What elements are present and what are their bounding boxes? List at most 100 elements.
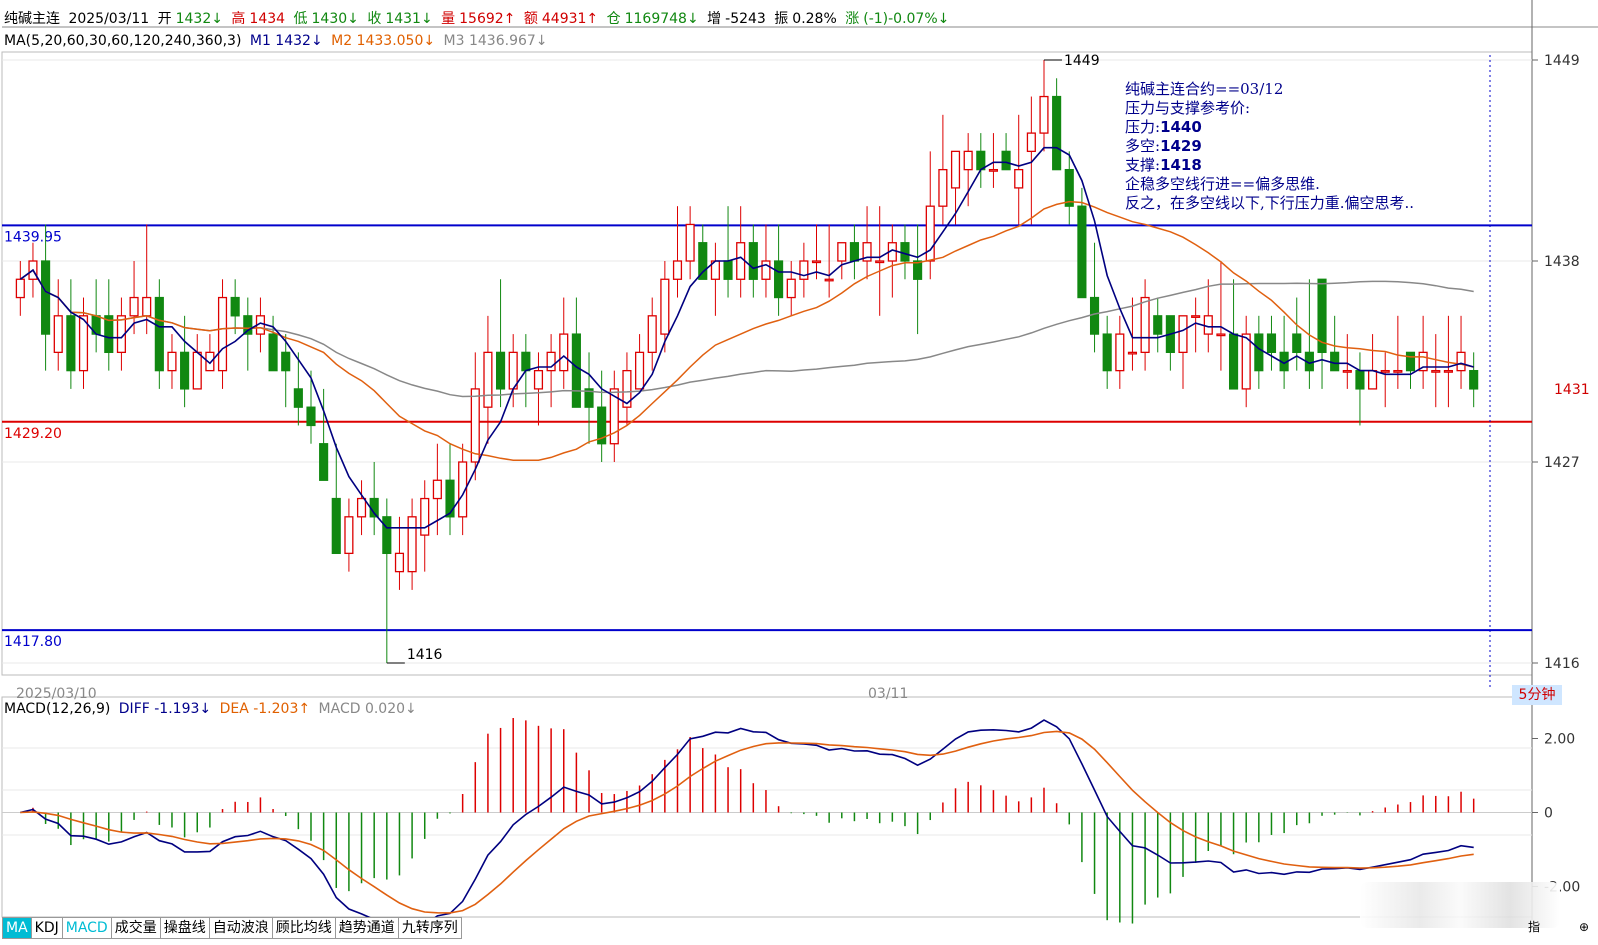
candle-down	[1330, 351, 1340, 372]
tab-gmma[interactable]: 顾比均线	[271, 917, 336, 939]
tab-trading-line[interactable]: 操盘线	[159, 917, 210, 939]
macd-diff: DIFF -1.193↓	[118, 701, 212, 717]
support-value: 1418	[1160, 156, 1202, 174]
candle-up	[685, 223, 695, 262]
candle-up	[53, 315, 63, 354]
candle-down	[1001, 150, 1011, 171]
candle-down	[1266, 333, 1277, 354]
quote-info-row: 纯碱主连 2025/03/11 开 1432↓ 高 1434 低 1430↓ 收 143…	[4, 10, 953, 28]
candle-up	[1380, 369, 1390, 373]
pivot-value: 1429	[1160, 137, 1202, 155]
candle-up	[672, 260, 683, 280]
candle-up	[647, 315, 657, 354]
candle-up	[1127, 351, 1138, 355]
candle-down	[1292, 333, 1302, 354]
tab-volume[interactable]: 成交量	[110, 917, 161, 939]
candle-up	[1393, 369, 1403, 373]
annotation-line-1: 纯碱主连合约==03/12	[1125, 80, 1284, 98]
add-icon[interactable]: ⊕	[1575, 917, 1593, 937]
candle-up	[167, 351, 177, 372]
candle-up	[192, 351, 202, 390]
candle-down	[698, 242, 708, 280]
reference-line-label: 1417.80	[4, 634, 62, 650]
close-label: 收	[367, 11, 382, 27]
candle-up	[1456, 351, 1466, 372]
candle-up	[78, 315, 89, 372]
candle-down	[1228, 333, 1239, 390]
reference-lines: 1439.951429.201417.80	[2, 224, 1532, 650]
tab-macd[interactable]: MACD	[61, 917, 112, 939]
candle-up	[635, 351, 645, 390]
candle-down	[723, 260, 733, 280]
amount-value: 44931↑	[541, 11, 599, 27]
open-value: 1432↓	[175, 11, 223, 27]
macd-diff-line	[20, 719, 1474, 936]
tab-kdj[interactable]: KDJ	[30, 917, 63, 939]
candle-down	[1405, 351, 1416, 372]
open-label: 开	[157, 11, 172, 27]
candle-down	[1052, 95, 1062, 171]
candle-up	[1443, 369, 1453, 373]
candle-down	[1153, 315, 1163, 335]
candle-up	[938, 168, 948, 207]
period-selector[interactable]: 5分钟	[1512, 685, 1562, 705]
candle-down	[1355, 369, 1365, 390]
candle-up	[1039, 95, 1049, 134]
strategy-annotation: 纯碱主连合约==03/12 压力与支撑参考价: 压力:1440 多空:1429 …	[1125, 80, 1414, 213]
pivot-label: 多空:	[1125, 137, 1161, 155]
candle-up	[799, 260, 809, 280]
candle-up	[129, 296, 139, 317]
candle-down	[1064, 168, 1074, 207]
candle-up	[963, 150, 973, 171]
resistance-label: 压力:	[1125, 118, 1161, 136]
candle-up	[988, 168, 999, 172]
price-tick-label: 1449	[1544, 53, 1580, 69]
annotation-resistance: 压力:1440	[1125, 118, 1414, 137]
tab-ma[interactable]: MA	[2, 917, 32, 939]
candle-down	[154, 296, 164, 372]
low-label: 低	[293, 11, 308, 27]
candle-up	[1178, 315, 1188, 354]
candle-up	[736, 242, 746, 280]
candle-up	[546, 351, 556, 372]
ma-legend-row: MA(5,20,60,30,60,120,240,360,3) M1 1432↓…	[4, 32, 552, 50]
low-marker-label: 1416	[407, 647, 443, 663]
index-icon[interactable]: 指	[1525, 917, 1543, 937]
macd-legend-row: MACD(12,26,9) DIFF -1.193↓ DEA -1.203↑ M…	[4, 700, 421, 718]
candle-up	[660, 278, 670, 335]
tab-auto-wave[interactable]: 自动波浪	[208, 917, 273, 939]
candle-down	[521, 351, 531, 372]
candle-up	[786, 278, 796, 299]
change-value: (-1)-0.07%↓	[863, 11, 950, 27]
oi-value: 1169748↓	[624, 11, 699, 27]
candle-up	[1115, 333, 1125, 372]
candle-down	[900, 242, 910, 262]
candle-up	[15, 278, 25, 299]
candle-up	[142, 296, 152, 317]
candle-down	[331, 497, 341, 555]
candle-up	[1191, 315, 1201, 318]
amplitude-value: 0.28%	[792, 11, 837, 27]
candle-up	[1368, 369, 1378, 390]
candle-up	[533, 369, 544, 390]
candle-down	[1089, 296, 1100, 335]
price-tick-label: 1438	[1544, 254, 1580, 270]
tab-trend-channel[interactable]: 趋势通道	[334, 917, 399, 939]
candle-up	[761, 260, 771, 280]
candle-up	[394, 552, 405, 573]
candle-up	[508, 351, 518, 390]
candle-down	[913, 260, 923, 280]
candle-up	[356, 497, 367, 518]
candle-up	[837, 242, 847, 262]
macd-value: MACD 0.020↓	[318, 701, 417, 717]
candle-down	[104, 315, 114, 354]
annotation-support: 支撑:1418	[1125, 156, 1414, 175]
candle-up	[470, 388, 480, 463]
tab-td-sequential[interactable]: 九转序列	[397, 917, 462, 939]
current-price-label: 1431	[1554, 382, 1590, 398]
candle-up	[559, 333, 569, 372]
candle-up	[1241, 333, 1251, 390]
candle-down	[1254, 333, 1264, 372]
candle-down	[319, 443, 329, 481]
ma-m3: M3 1436.967↓	[443, 33, 548, 49]
